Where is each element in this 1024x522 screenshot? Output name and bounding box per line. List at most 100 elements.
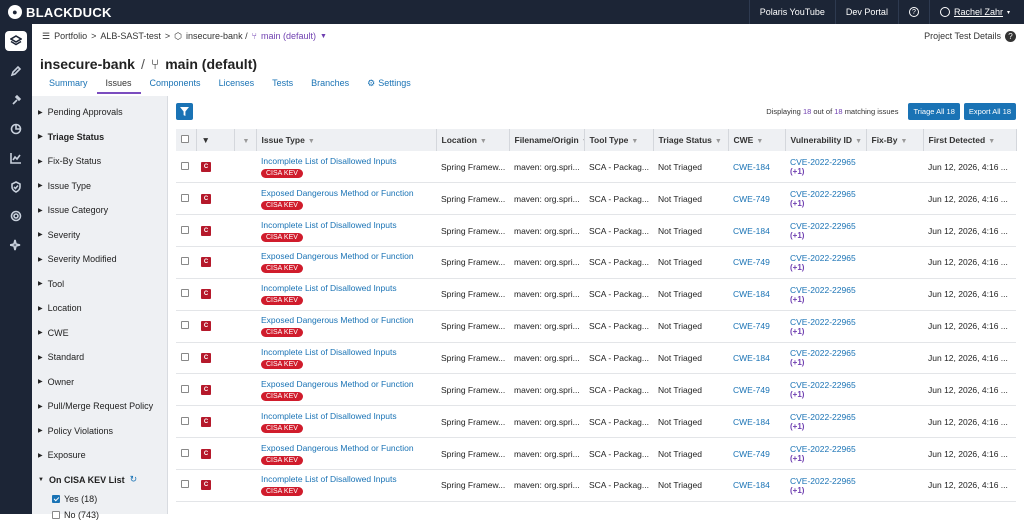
header-location[interactable]: Location ▼ bbox=[436, 129, 510, 151]
rail-tools[interactable] bbox=[0, 87, 32, 113]
table-row[interactable]: C Incomplete List of Disallowed Inputs CIS… bbox=[176, 469, 1016, 502]
help-button[interactable]: ? bbox=[897, 0, 929, 24]
cwe-link[interactable]: CWE-184 bbox=[733, 480, 770, 490]
filter-tool[interactable]: ▶ Tool bbox=[32, 272, 167, 297]
checkbox[interactable] bbox=[181, 289, 189, 298]
more-ids[interactable]: (+1) bbox=[790, 295, 866, 304]
tab-components[interactable]: Components bbox=[141, 74, 210, 94]
cwe-link[interactable]: CWE-749 bbox=[733, 257, 770, 267]
cwe-link[interactable]: CWE-749 bbox=[733, 194, 770, 204]
help-icon[interactable]: ? bbox=[1005, 30, 1016, 42]
checkbox[interactable] bbox=[181, 448, 189, 457]
header-fix-by[interactable]: Fix-By ▼ bbox=[866, 129, 924, 151]
dev-portal-link[interactable]: Dev Portal bbox=[834, 0, 898, 24]
filter-severity-modified[interactable]: ▶ Severity Modified bbox=[32, 247, 167, 272]
header-filename[interactable]: Filename/Origin▼ bbox=[509, 129, 585, 151]
table-row[interactable]: C Incomplete List of Disallowed Inputs CIS… bbox=[176, 405, 1016, 439]
vulnerability-link[interactable]: CVE-2022-22965 bbox=[790, 412, 856, 422]
table-row[interactable]: C Incomplete List of Disallowed Inputs CIS… bbox=[176, 278, 1016, 311]
vulnerability-link[interactable]: CVE-2022-22965 bbox=[790, 348, 856, 358]
issue-type-link[interactable]: Exposed Dangerous Method or Function bbox=[261, 315, 436, 325]
filter-owner[interactable]: ▶ Owner bbox=[32, 370, 167, 395]
issue-type-link[interactable]: Incomplete List of Disallowed Inputs bbox=[261, 347, 436, 357]
checkbox[interactable] bbox=[52, 511, 60, 519]
filter-standard[interactable]: ▶ Standard bbox=[32, 345, 167, 370]
rail-edit[interactable] bbox=[0, 58, 32, 84]
user-menu[interactable]: Rachel Zahr ▾ bbox=[928, 0, 1024, 24]
table-row[interactable]: C Exposed Dangerous Method or Function CIS… bbox=[176, 310, 1016, 343]
rail-reports[interactable] bbox=[0, 145, 32, 171]
filter-issue-type[interactable]: ▶ Issue Type bbox=[32, 174, 167, 199]
cwe-link[interactable]: CWE-749 bbox=[733, 321, 770, 331]
polaris-youtube-link[interactable]: Polaris YouTube bbox=[748, 0, 835, 24]
rail-ai[interactable] bbox=[0, 232, 32, 258]
breadcrumb-branch[interactable]: main (default) bbox=[261, 31, 316, 41]
header-first-detected[interactable]: First Detected ▼ bbox=[923, 129, 1017, 151]
refresh-icon[interactable]: ↻ bbox=[130, 474, 138, 485]
checkbox[interactable] bbox=[181, 135, 189, 143]
filter-exposure[interactable]: ▶ Exposure bbox=[32, 443, 167, 468]
triage-all-button[interactable]: Triage All 18 bbox=[908, 102, 960, 120]
table-row[interactable]: C Exposed Dangerous Method or Function CIS… bbox=[176, 437, 1016, 470]
more-ids[interactable]: (+1) bbox=[790, 199, 866, 208]
checkbox[interactable] bbox=[181, 161, 189, 170]
checkbox[interactable] bbox=[181, 257, 189, 266]
checkbox[interactable] bbox=[181, 321, 189, 330]
vulnerability-link[interactable]: CVE-2022-22965 bbox=[790, 221, 856, 231]
table-row[interactable]: C Exposed Dangerous Method or Function CIS… bbox=[176, 373, 1016, 407]
filter-cwe[interactable]: ▶ CWE bbox=[32, 321, 167, 346]
kev-option-no[interactable]: No (743) bbox=[32, 508, 167, 522]
blackduck-logo[interactable]: ● BLACKDUCK bbox=[0, 5, 112, 20]
issue-type-link[interactable]: Exposed Dangerous Method or Function bbox=[261, 443, 436, 453]
breadcrumb-portfolio[interactable]: Portfolio bbox=[54, 31, 87, 41]
rail-settings[interactable] bbox=[0, 203, 32, 229]
cwe-link[interactable]: CWE-184 bbox=[733, 289, 770, 299]
filter-policy-violations[interactable]: ▶ Policy Violations bbox=[32, 419, 167, 444]
cwe-link[interactable]: CWE-184 bbox=[733, 353, 770, 363]
breadcrumb-project[interactable]: ALB-SAST-test bbox=[100, 31, 161, 41]
more-ids[interactable]: (+1) bbox=[790, 167, 866, 176]
checkbox[interactable] bbox=[181, 225, 189, 234]
more-ids[interactable]: (+1) bbox=[790, 422, 866, 431]
cwe-link[interactable]: CWE-749 bbox=[733, 449, 770, 459]
more-ids[interactable]: (+1) bbox=[790, 327, 866, 336]
issue-type-link[interactable]: Exposed Dangerous Method or Function bbox=[261, 379, 436, 389]
checkbox[interactable] bbox=[181, 352, 189, 361]
select-all[interactable] bbox=[176, 129, 197, 151]
vulnerability-link[interactable]: CVE-2022-22965 bbox=[790, 253, 856, 263]
header-triage-status[interactable]: Triage Status ▼ bbox=[653, 129, 729, 151]
cwe-link[interactable]: CWE-184 bbox=[733, 417, 770, 427]
filter-pr-policy[interactable]: ▶ Pull/Merge Request Policy bbox=[32, 394, 167, 419]
project-test-details-link[interactable]: Project Test Details bbox=[924, 31, 1001, 41]
rail-portfolio[interactable] bbox=[0, 28, 32, 54]
more-ids[interactable]: (+1) bbox=[790, 454, 866, 463]
table-row[interactable]: C Exposed Dangerous Method or Function CIS… bbox=[176, 182, 1016, 216]
checkbox[interactable] bbox=[52, 495, 60, 503]
filter-fix-by-status[interactable]: ▶ Fix-By Status bbox=[32, 149, 167, 174]
checkbox[interactable] bbox=[181, 193, 189, 202]
tab-tests[interactable]: Tests bbox=[263, 74, 302, 94]
more-ids[interactable]: (+1) bbox=[790, 263, 866, 272]
checkbox[interactable] bbox=[181, 480, 189, 489]
tab-summary[interactable]: Summary bbox=[40, 74, 97, 94]
checkbox[interactable] bbox=[181, 384, 189, 393]
cwe-link[interactable]: CWE-184 bbox=[733, 162, 770, 172]
filter-triage-status[interactable]: ▶ Triage Status bbox=[32, 125, 167, 150]
table-row[interactable]: C Incomplete List of Disallowed Inputs CIS… bbox=[176, 342, 1016, 375]
header-vulnerability-id[interactable]: Vulnerability ID ▼ bbox=[785, 129, 867, 151]
checkbox[interactable] bbox=[181, 416, 189, 425]
header-issue-type[interactable]: Issue Type ▼ bbox=[256, 129, 437, 151]
vulnerability-link[interactable]: CVE-2022-22965 bbox=[790, 476, 856, 486]
filter-pending-approvals[interactable]: ▶ Pending Approvals bbox=[32, 100, 167, 125]
more-ids[interactable]: (+1) bbox=[790, 390, 866, 399]
more-ids[interactable]: (+1) bbox=[790, 231, 866, 240]
tab-licenses[interactable]: Licenses bbox=[210, 74, 264, 94]
vulnerability-link[interactable]: CVE-2022-22965 bbox=[790, 189, 856, 199]
cwe-link[interactable]: CWE-184 bbox=[733, 226, 770, 236]
rail-analytics[interactable] bbox=[0, 116, 32, 142]
tab-branches[interactable]: Branches bbox=[302, 74, 358, 94]
issue-type-link[interactable]: Incomplete List of Disallowed Inputs bbox=[261, 283, 436, 293]
more-ids[interactable]: (+1) bbox=[790, 486, 866, 495]
issue-type-link[interactable]: Exposed Dangerous Method or Function bbox=[261, 188, 436, 198]
vulnerability-link[interactable]: CVE-2022-22965 bbox=[790, 285, 856, 295]
